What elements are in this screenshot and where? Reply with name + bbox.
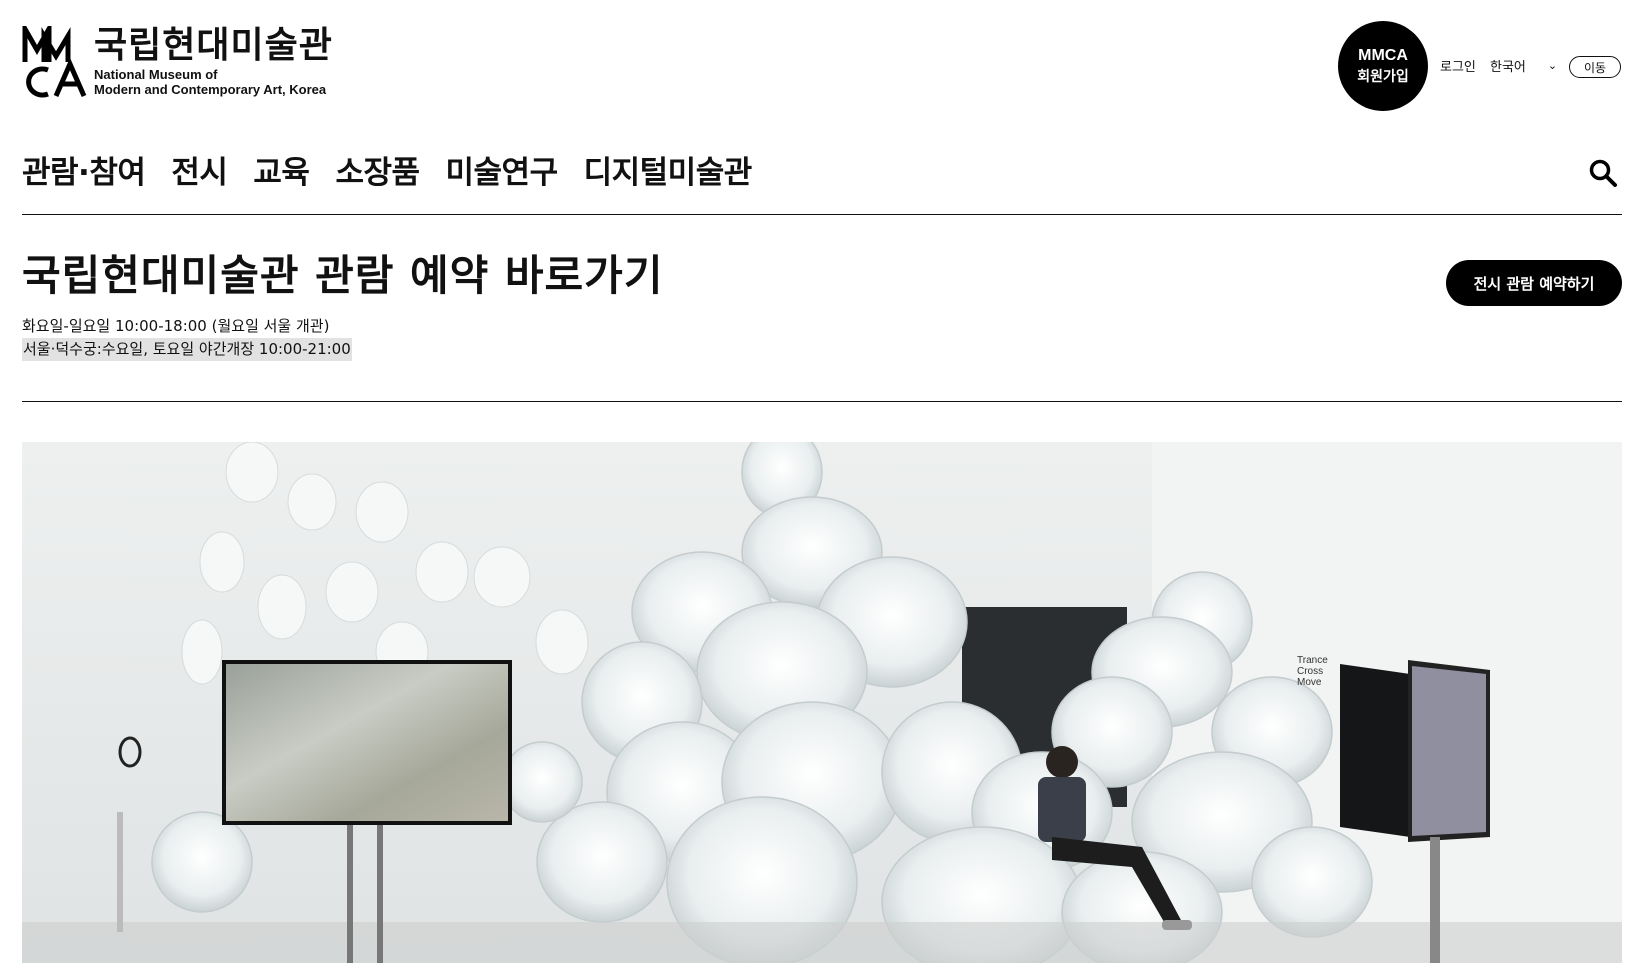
member-signup-button[interactable]: MMCA 회원가입 — [1338, 21, 1428, 111]
logo-english-line2: Modern and Contemporary Art, Korea — [94, 82, 327, 97]
mmca-logo-icon — [22, 26, 87, 98]
wall-text-line1: Trance — [1297, 655, 1328, 666]
login-link[interactable]: 로그인 — [1440, 56, 1476, 75]
wall-text-line3: Move — [1297, 677, 1322, 688]
language-select[interactable]: 한국어 ⌄ — [1490, 56, 1557, 75]
opening-hours: 화요일-일요일 10:00-18:00 (월요일 서울 개관) — [22, 317, 330, 335]
late-opening-hours: 서울·덕수궁:수요일, 토요일 야간개장 10:00-21:00 — [22, 338, 352, 361]
wall-text-line2: Cross — [1297, 666, 1323, 677]
member-signup-line1: MMCA — [1358, 46, 1408, 64]
search-icon[interactable] — [1588, 158, 1618, 188]
chevron-down-icon: ⌄ — [1547, 59, 1558, 72]
language-go-button[interactable]: 이동 — [1569, 56, 1621, 78]
exhibition-reservation-button[interactable]: 전시 관람 예약하기 — [1446, 260, 1622, 306]
nav-item-collection[interactable]: 소장품 — [335, 153, 420, 193]
reservation-title: 국립현대미술관 관람 예약 바로가기 — [22, 251, 664, 300]
exhibition-photo: Trance Cross Move — [22, 442, 1622, 963]
nav-item-visit[interactable]: 관람·참여 — [22, 153, 146, 193]
section-divider — [22, 401, 1622, 402]
nav-divider — [22, 214, 1622, 215]
nav-item-education[interactable]: 교육 — [253, 153, 310, 193]
logo-korean-name: 국립현대미술관 — [94, 25, 333, 66]
main-nav: 관람·참여 전시 교육 소장품 미술연구 디지털미술관 — [22, 153, 778, 193]
logo-english-line1: National Museum of — [94, 67, 218, 82]
nav-item-digital-museum[interactable]: 디지털미술관 — [584, 153, 753, 193]
nav-item-exhibitions[interactable]: 전시 — [171, 153, 228, 193]
site-logo[interactable]: 국립현대미술관 National Museum of Modern and Co… — [22, 26, 333, 98]
hero-exhibition-image: Trance Cross Move — [22, 442, 1622, 963]
member-signup-line2: 회원가입 — [1357, 68, 1409, 85]
nav-item-research[interactable]: 미술연구 — [446, 153, 559, 193]
language-select-value: 한국어 — [1490, 60, 1526, 75]
